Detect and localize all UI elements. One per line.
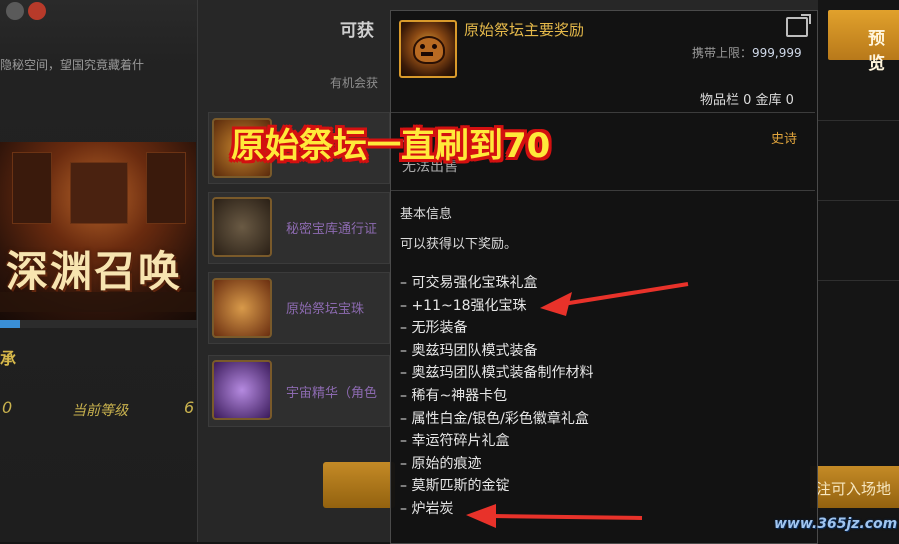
arrow-head [466,504,496,528]
arrow-icon [540,282,689,316]
arrow-shaft [491,514,643,520]
arrow-head [540,292,572,316]
watermark: www.365jz.com [774,516,898,532]
arrow-shaft [562,282,689,306]
arrow-icon [466,504,643,528]
annotation-arrows [466,282,689,528]
